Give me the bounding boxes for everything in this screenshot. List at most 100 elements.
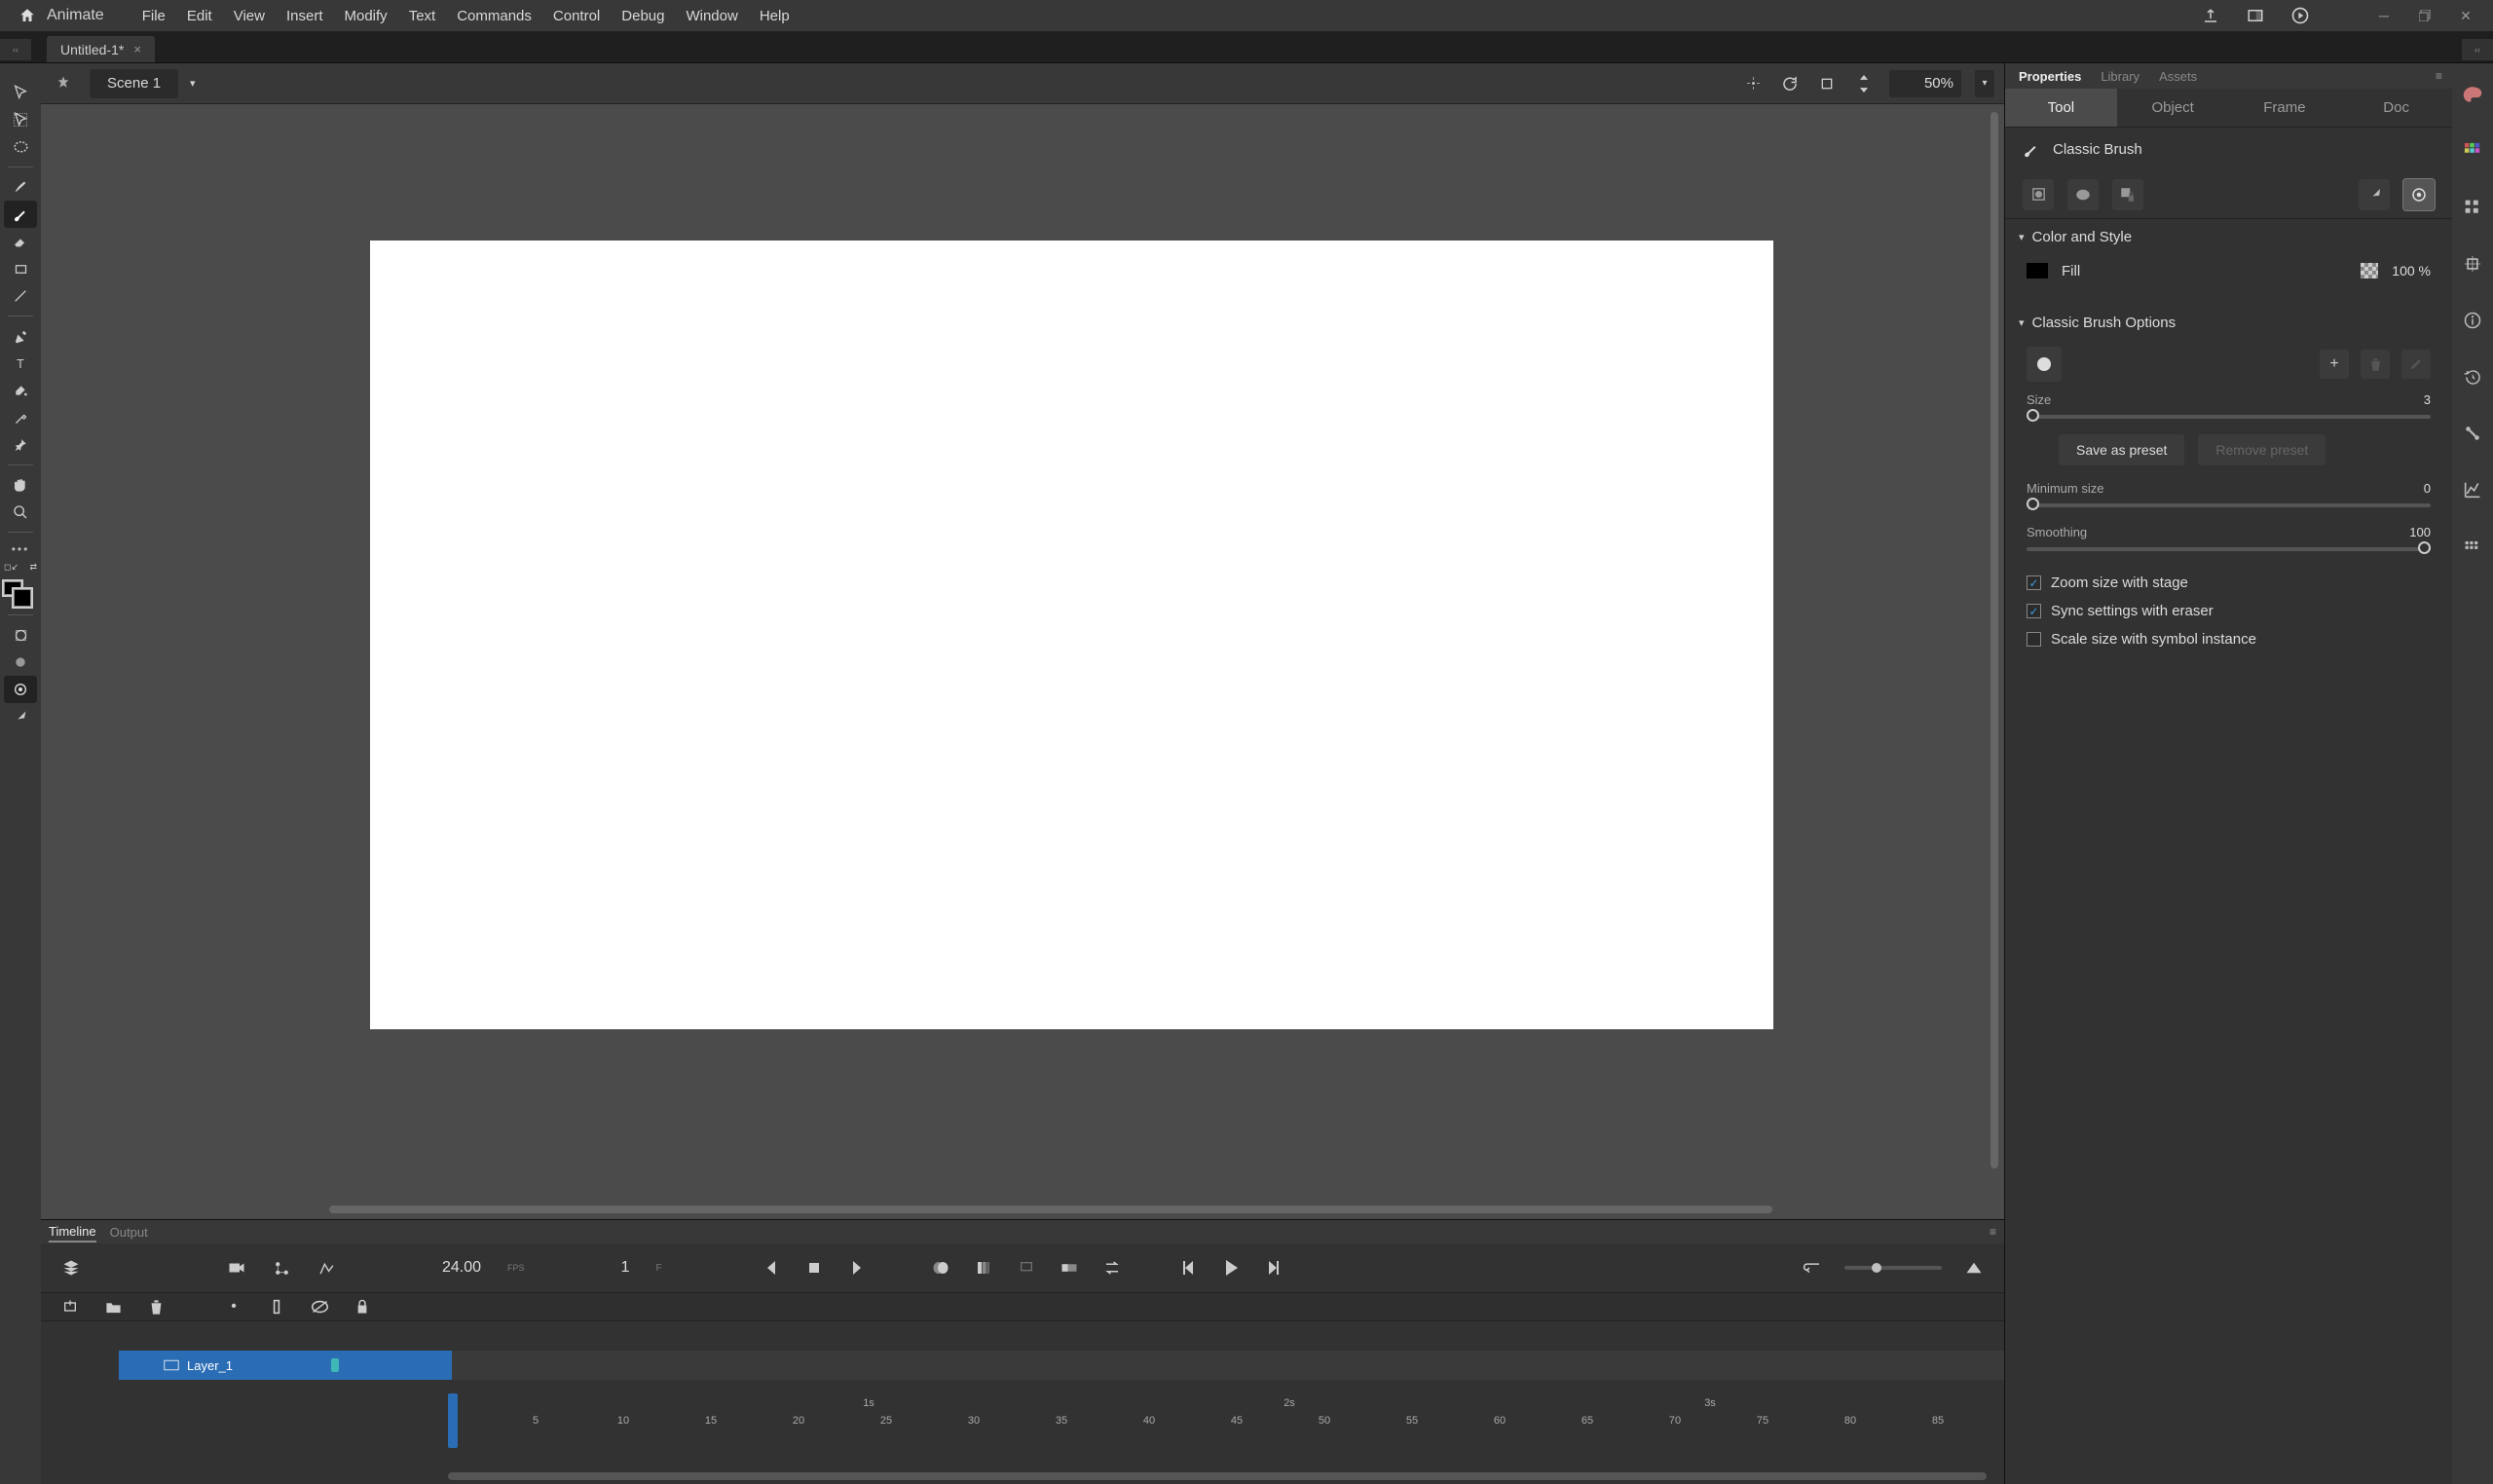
scene-dropdown-icon[interactable]: ▾ (190, 77, 196, 90)
new-folder-icon[interactable] (103, 1297, 123, 1317)
highlight-layer-icon[interactable]: • (224, 1297, 243, 1317)
lasso-tool[interactable] (4, 133, 37, 161)
layer-parenting-icon[interactable] (271, 1257, 292, 1279)
playhead[interactable] (448, 1393, 458, 1448)
home-icon[interactable] (14, 2, 41, 29)
zoom-value[interactable]: 50% (1889, 70, 1961, 97)
free-transform-tool[interactable] (4, 106, 37, 133)
pen-tool[interactable] (4, 322, 37, 350)
pin-tool[interactable] (4, 431, 37, 459)
brush-mode-icon[interactable] (4, 649, 37, 676)
sync-eraser-checkbox[interactable] (2027, 604, 2041, 618)
size-slider[interactable] (2027, 415, 2431, 419)
output-tab[interactable]: Output (110, 1225, 148, 1240)
lock-fill-option[interactable] (2112, 179, 2143, 210)
pressure-option[interactable] (2359, 179, 2390, 210)
properties-panel-menu-icon[interactable]: ≡ (2436, 69, 2442, 83)
timeline-tab[interactable]: Timeline (49, 1222, 96, 1243)
size-value[interactable]: 3 (2424, 392, 2431, 407)
window-minimize[interactable]: ─ (2372, 4, 2396, 27)
current-frame-value[interactable]: 1 (601, 1259, 630, 1277)
menu-edit[interactable]: Edit (176, 0, 223, 31)
menu-window[interactable]: Window (675, 0, 748, 31)
doc-subtab[interactable]: Doc (2340, 89, 2452, 127)
scale-with-symbol-checkbox[interactable] (2027, 632, 2041, 647)
swap-colors-icon[interactable]: ⇄ (29, 562, 37, 573)
window-close[interactable]: ✕ (2454, 4, 2477, 27)
object-drawing-option[interactable] (2023, 179, 2054, 210)
step-forward-icon[interactable] (1263, 1257, 1284, 1279)
menu-debug[interactable]: Debug (611, 0, 675, 31)
object-drawing-toggle[interactable] (4, 621, 37, 649)
history-panel-icon[interactable] (2459, 363, 2486, 390)
align-panel-icon[interactable] (2459, 194, 2486, 221)
color-panel-icon[interactable] (2459, 81, 2486, 108)
line-tool[interactable] (4, 282, 37, 310)
hand-tool[interactable] (4, 471, 37, 499)
scene-name[interactable]: Scene 1 (90, 69, 178, 98)
timeline-panel-menu-icon[interactable]: ≡ (1990, 1225, 1996, 1239)
swatches-panel-icon[interactable] (2459, 137, 2486, 165)
stage-canvas[interactable] (370, 241, 1773, 1029)
fill-color-swatch[interactable] (2027, 263, 2048, 278)
loop-icon[interactable] (1101, 1257, 1123, 1279)
play-test-icon[interactable] (2287, 2, 2314, 29)
new-layer-icon[interactable] (60, 1297, 80, 1317)
stage-viewport[interactable] (41, 104, 2004, 1219)
more-tools-icon[interactable]: ••• (12, 542, 30, 556)
save-preset-button[interactable]: Save as preset (2059, 434, 2184, 465)
info-panel-icon[interactable] (2459, 307, 2486, 334)
min-size-slider[interactable] (2027, 503, 2431, 507)
brush-options-section[interactable]: ▾Classic Brush Options (2005, 305, 2452, 340)
eraser-tool[interactable] (4, 228, 37, 255)
create-tween-icon[interactable] (1059, 1257, 1080, 1279)
menu-insert[interactable]: Insert (276, 0, 334, 31)
layer-name[interactable]: Layer_1 (187, 1358, 233, 1373)
menu-control[interactable]: Control (542, 0, 611, 31)
timeline-zoom-slider[interactable] (1844, 1266, 1942, 1270)
edit-preset-icon[interactable] (2401, 350, 2431, 379)
document-tab[interactable]: Untitled-1* × (47, 36, 155, 62)
paint-bucket-tool[interactable] (4, 377, 37, 404)
menu-view[interactable]: View (223, 0, 276, 31)
layer-depth-icon[interactable] (316, 1257, 337, 1279)
smoothing-value[interactable]: 100 (2409, 525, 2431, 539)
library-tab[interactable]: Library (2101, 69, 2140, 84)
zoom-dropdown-icon[interactable]: ▾ (1975, 70, 1994, 97)
fluid-brush-tool[interactable] (4, 173, 37, 201)
opacity-icon[interactable] (2361, 263, 2378, 278)
classic-brush-tool[interactable] (4, 201, 37, 228)
eyedropper-tool[interactable] (4, 404, 37, 431)
play-icon[interactable] (1220, 1257, 1242, 1279)
insert-keyframe-icon[interactable] (803, 1257, 825, 1279)
workspace-icon[interactable] (2242, 2, 2269, 29)
layers-icon[interactable] (60, 1257, 82, 1279)
share-icon[interactable] (2197, 2, 2224, 29)
edit-scene-icon[interactable] (51, 71, 76, 96)
outline-layer-icon[interactable] (267, 1297, 286, 1317)
edit-multiple-frames-icon[interactable] (973, 1257, 994, 1279)
remove-preset-button[interactable]: Remove preset (2198, 434, 2326, 465)
components-panel-icon[interactable] (2459, 533, 2486, 560)
loop-playback-icon[interactable] (1802, 1257, 1823, 1279)
color-style-section[interactable]: ▾Color and Style (2005, 219, 2452, 254)
pressure-toggle[interactable] (4, 676, 37, 703)
selection-tool[interactable] (4, 79, 37, 106)
menu-help[interactable]: Help (749, 0, 800, 31)
paint-mode-option[interactable] (2067, 179, 2099, 210)
min-size-value[interactable]: 0 (2424, 481, 2431, 496)
color-swatches[interactable] (4, 579, 37, 609)
fit-timeline-icon[interactable] (1963, 1257, 1985, 1279)
add-preset-icon[interactable]: + (2320, 350, 2349, 379)
lock-layer-icon[interactable] (353, 1297, 372, 1317)
clip-content-icon[interactable] (1815, 72, 1839, 95)
playhead-line[interactable] (449, 1351, 452, 1380)
visibility-layer-icon[interactable] (310, 1297, 329, 1317)
menu-modify[interactable]: Modify (334, 0, 398, 31)
camera-icon[interactable] (226, 1257, 247, 1279)
vertical-scrollbar[interactable] (1991, 112, 1998, 1169)
zoom-with-stage-checkbox[interactable] (2027, 575, 2041, 590)
rectangle-tool[interactable] (4, 255, 37, 282)
graph-panel-icon[interactable] (2459, 476, 2486, 503)
center-stage-icon[interactable] (1741, 72, 1765, 95)
